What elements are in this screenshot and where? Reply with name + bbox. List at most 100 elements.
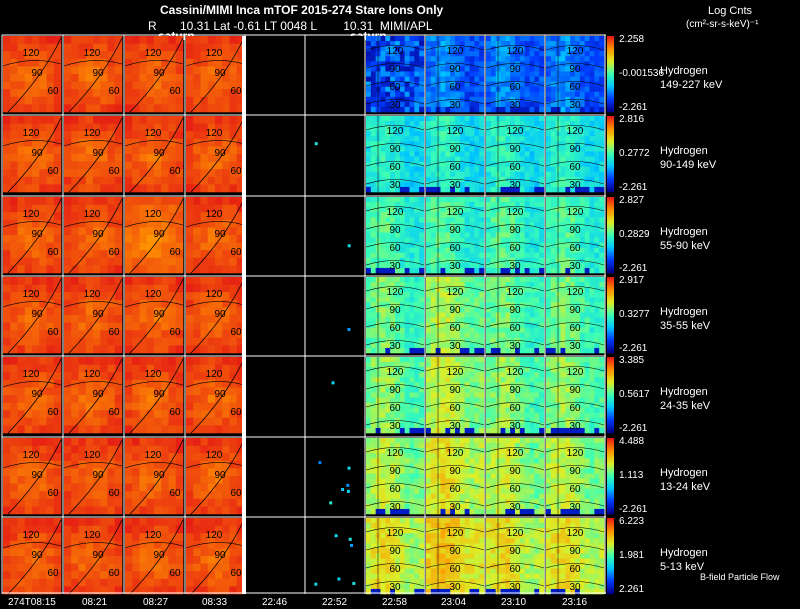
time-tick-label: 22:52 xyxy=(322,597,348,608)
energy-range-label: 149-227 keV xyxy=(660,79,723,91)
angle-label: 60 xyxy=(449,162,461,173)
angle-label: 120 xyxy=(84,450,101,461)
colorbar-mid: 1.113 xyxy=(619,470,644,481)
time-tick-label: 08:27 xyxy=(143,597,169,608)
panel-r2-c7: 120 90 60 30 xyxy=(425,197,485,274)
panel-r2-c2: 120 90 60 xyxy=(124,197,184,274)
angle-label: 120 xyxy=(447,207,464,218)
panel-r6-c3: 120 90 60 xyxy=(185,518,245,595)
angle-label: 60 xyxy=(569,564,581,575)
angle-label: 120 xyxy=(23,450,40,461)
angle-label: 30 xyxy=(449,180,461,191)
colorbar-r3 xyxy=(607,277,614,354)
angle-label: 90 xyxy=(31,229,43,240)
angle-label: 90 xyxy=(31,389,43,400)
panel-r5-c9: 120 90 60 30 xyxy=(545,438,605,515)
angle-label: 120 xyxy=(387,528,404,539)
angle-label: 120 xyxy=(447,528,464,539)
angle-label: 30 xyxy=(569,582,581,593)
angle-label: 120 xyxy=(507,46,524,57)
angle-label: 90 xyxy=(214,389,226,400)
angle-label: 60 xyxy=(108,86,120,97)
colorbar-max: 6.223 xyxy=(619,516,645,527)
angle-label: 30 xyxy=(569,341,581,352)
angle-label: 60 xyxy=(509,484,521,495)
angle-label: 90 xyxy=(92,389,104,400)
panel-r3-c8: 120 90 60 30 xyxy=(485,277,545,354)
angle-label: 120 xyxy=(84,209,101,220)
colorbar-max: 2.258 xyxy=(619,34,645,45)
colorbar-max: 2.917 xyxy=(619,275,645,286)
panel-r3-c0: 120 90 60 xyxy=(2,277,62,354)
angle-label: 120 xyxy=(387,207,404,218)
angle-label: 120 xyxy=(447,126,464,137)
panel-r3-c2: 120 90 60 xyxy=(124,277,184,354)
energy-range-label: 13-24 keV xyxy=(660,481,711,493)
angle-label: 120 xyxy=(387,448,404,459)
panel-r1-c4 xyxy=(246,116,304,192)
angle-label: 60 xyxy=(569,323,581,334)
angle-label: 90 xyxy=(509,64,521,75)
angle-label: 120 xyxy=(447,367,464,378)
panel-r6-c6: 120 90 60 30 xyxy=(365,518,425,595)
angle-label: 60 xyxy=(569,484,581,495)
panel-r4-c8: 120 90 60 30 xyxy=(485,357,545,434)
angle-label: 120 xyxy=(507,367,524,378)
angle-label: 120 xyxy=(145,48,162,59)
angle-label: 30 xyxy=(389,100,401,111)
angle-label: 90 xyxy=(92,550,104,561)
colorbar-max: 3.385 xyxy=(619,355,645,366)
angle-label: 120 xyxy=(567,287,584,298)
angle-label: 60 xyxy=(569,82,581,93)
angle-label: 60 xyxy=(169,247,181,258)
angle-label: 60 xyxy=(47,166,59,177)
angle-label: 30 xyxy=(569,502,581,513)
angle-label: 90 xyxy=(509,144,521,155)
angle-label: 30 xyxy=(569,180,581,191)
panel-r2-c4 xyxy=(246,197,304,273)
angle-label: 60 xyxy=(509,564,521,575)
angle-label: 60 xyxy=(389,403,401,414)
colorbar-mid: 0.2829 xyxy=(619,229,650,240)
species-label: Hydrogen xyxy=(660,65,708,77)
angle-label: 90 xyxy=(31,550,43,561)
panel-r3-c4 xyxy=(246,277,304,353)
panel-r1-c1: 120 90 60 xyxy=(63,116,123,193)
angle-label: 60 xyxy=(389,243,401,254)
angle-label: 30 xyxy=(449,341,461,352)
panel-r5-c0: 120 90 60 xyxy=(2,438,62,515)
angle-label: 30 xyxy=(449,502,461,513)
angle-label: 30 xyxy=(509,100,521,111)
angle-label: 90 xyxy=(153,68,165,79)
panel-r4-c0: 120 90 60 xyxy=(2,357,62,434)
time-tick-label: 22:46 xyxy=(262,597,288,608)
panel-r1-c2: 120 90 60 xyxy=(124,116,184,193)
angle-label: 60 xyxy=(389,484,401,495)
angle-label: 90 xyxy=(449,385,461,396)
angle-label: 60 xyxy=(509,403,521,414)
angle-label: 30 xyxy=(389,502,401,513)
angle-label: 120 xyxy=(23,369,40,380)
angle-label: 30 xyxy=(449,100,461,111)
angle-label: 120 xyxy=(447,287,464,298)
panel-r1-c6: 120 90 60 30 xyxy=(365,116,425,193)
angle-label: 60 xyxy=(108,568,120,579)
angle-label: 90 xyxy=(509,305,521,316)
angle-label: 90 xyxy=(449,466,461,477)
angle-label: 30 xyxy=(569,261,581,272)
angle-label: 120 xyxy=(206,289,223,300)
energy-range-label: 55-90 keV xyxy=(660,240,711,252)
angle-label: 90 xyxy=(153,550,165,561)
angle-label: 90 xyxy=(389,546,401,557)
panel-r0-c8: 120 90 60 30 xyxy=(485,36,545,113)
angle-label: 90 xyxy=(153,389,165,400)
angle-label: 90 xyxy=(569,546,581,557)
panel-r5-c1: 120 90 60 xyxy=(63,438,123,515)
panel-r2-c0: 120 90 60 xyxy=(2,197,62,274)
panel-r4-c3: 120 90 60 xyxy=(185,357,245,434)
angle-label: 60 xyxy=(230,247,242,258)
time-tick-label: 23:04 xyxy=(441,597,467,608)
energy-range-label: 35-55 keV xyxy=(660,320,711,332)
angle-label: 90 xyxy=(31,470,43,481)
angle-label: 60 xyxy=(449,403,461,414)
